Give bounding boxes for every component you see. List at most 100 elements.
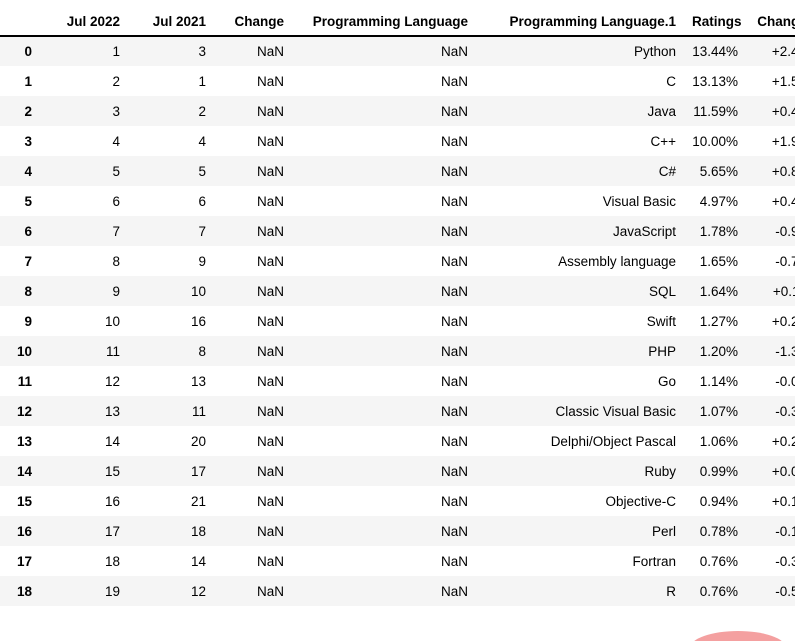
row-index-cell: 10 [16,343,32,359]
cell-lang1: C# [658,163,676,179]
cell-jul2022: 13 [104,403,120,419]
table-row: 13 14 20 NaN NaN Delphi/Object Pascal 1.06% +0.… [0,426,795,456]
cell-jul2021: 17 [190,463,206,479]
cell-ratings: 11.59% [693,103,738,119]
cell-change1: -0.76% [775,253,795,269]
cell-lang1: Classic Visual Basic [555,403,676,419]
cell-jul2021: 18 [190,523,206,539]
table-row: 18 19 12 NaN NaN R 0.76% -0.57% [0,576,795,606]
cell-ratings: 1.27% [699,313,738,329]
cell-change: NaN [256,44,284,59]
row-index-cell: 9 [24,313,32,329]
table-row: 15 16 21 NaN NaN Objective-C 0.94% +0.17% [0,486,795,516]
cell-jul2021: 9 [198,253,206,269]
cell-ratings: 5.65% [699,163,738,179]
table-row: 3 4 4 NaN NaN C++ 10.00% +1.98% [0,126,795,156]
table-row: 8 9 10 NaN NaN SQL 1.64% +0.11% [0,276,795,306]
row-index-cell: 15 [16,493,32,509]
table-header: Jul 2022 Jul 2021 Change Programming Langua… [0,11,795,37]
row-index-cell: 5 [24,193,32,209]
cell-change: NaN [256,103,284,119]
cell-lang1: Visual Basic [602,193,676,209]
row-index-cell: 13 [16,433,32,449]
row-index-cell: 16 [16,523,32,539]
table-row: 4 5 5 NaN NaN C# 5.65% +0.82% [0,156,795,186]
row-index-cell: 17 [16,553,32,569]
cell-lang: NaN [440,583,468,599]
cell-change: NaN [256,223,284,239]
header-row: Jul 2022 Jul 2021 Change Programming Langua… [0,11,795,37]
cell-jul2022: 11 [105,343,120,359]
cell-change1: +0.47% [771,193,795,209]
cell-jul2022: 5 [112,163,120,179]
cell-jul2022: 1 [112,44,120,59]
row-index-cell: 0 [24,44,32,59]
cell-lang1: SQL [648,283,676,299]
cell-change: NaN [256,493,284,509]
cell-lang: NaN [440,283,468,299]
cell-change: NaN [256,373,284,389]
table-row: 16 17 18 NaN NaN Perl 0.78% -0.12% [0,516,795,546]
pink-ellipse-decoration [690,631,786,641]
cell-change: NaN [256,523,284,539]
row-index-cell: 8 [24,283,32,299]
cell-jul2021: 1 [198,73,206,89]
column-header-lang1[interactable]: Programming Language.1 [478,11,686,37]
table-row: 0 1 3 NaN NaN Python 13.44% +2.48% [0,36,795,66]
column-header-index[interactable] [0,11,42,37]
cell-jul2022: 7 [112,223,120,239]
column-header-ratings[interactable]: Ratings [686,11,748,37]
table-row: 10 11 8 NaN NaN PHP 1.20% -1.38% [0,336,795,366]
cell-change1: -0.36% [775,553,795,569]
cell-jul2022: 6 [112,193,120,209]
cell-change: NaN [256,133,284,149]
cell-change: NaN [256,193,284,209]
cell-lang1: Assembly language [558,253,676,269]
cell-lang: NaN [440,103,468,119]
cell-lang1: Go [657,373,676,389]
cell-lang1: C [666,73,676,89]
cell-change: NaN [256,343,284,359]
dataframe-output-viewport: Jul 2022 Jul 2021 Change Programming Langua… [0,0,795,641]
cell-change: NaN [256,73,284,89]
cell-change1: +0.11% [772,283,795,299]
column-header-lang[interactable]: Programming Language [294,11,478,37]
cell-lang: NaN [440,193,468,209]
cell-jul2022: 18 [104,553,120,569]
cell-jul2022: 4 [112,133,120,149]
cell-lang1: JavaScript [612,223,676,239]
cell-change: NaN [256,433,284,449]
row-index-cell: 2 [24,103,32,119]
row-index-cell: 4 [24,163,32,179]
cell-lang1: C++ [650,133,676,149]
cell-change1: +0.21% [771,433,795,449]
column-header-jul2022[interactable]: Jul 2022 [42,11,130,37]
cell-ratings: 1.64% [699,283,738,299]
column-header-change[interactable]: Change [216,11,294,37]
row-index-cell: 6 [24,223,32,239]
column-header-jul2021[interactable]: Jul 2021 [130,11,216,37]
cell-change: NaN [256,283,284,299]
cell-jul2022: 8 [112,253,120,269]
cell-lang: NaN [440,523,468,539]
cell-change: NaN [256,163,284,179]
cell-lang: NaN [440,223,468,239]
cell-lang1: R [666,583,676,599]
cell-jul2021: 3 [198,44,206,59]
cell-change1: +1.98% [771,133,795,149]
cell-lang: NaN [440,163,468,179]
cell-lang1: Ruby [644,463,676,479]
cell-jul2022: 3 [112,103,120,119]
table-row: 5 6 6 NaN NaN Visual Basic 4.97% +0.47% [0,186,795,216]
row-index-cell: 11 [17,373,32,389]
cell-change: NaN [256,553,284,569]
cell-change: NaN [256,403,284,419]
table-row: 6 7 7 NaN NaN JavaScript 1.78% -0.93% [0,216,795,246]
cell-jul2022: 16 [104,493,120,509]
table-row: 9 10 16 NaN NaN Swift 1.27% +0.20% [0,306,795,336]
table-row: 17 18 14 NaN NaN Fortran 0.76% -0.36% [0,546,795,576]
cell-change1: +0.20% [771,313,795,329]
cell-change: NaN [256,463,284,479]
cell-jul2022: 9 [112,283,120,299]
column-header-change1[interactable]: Change.1 [748,11,795,37]
